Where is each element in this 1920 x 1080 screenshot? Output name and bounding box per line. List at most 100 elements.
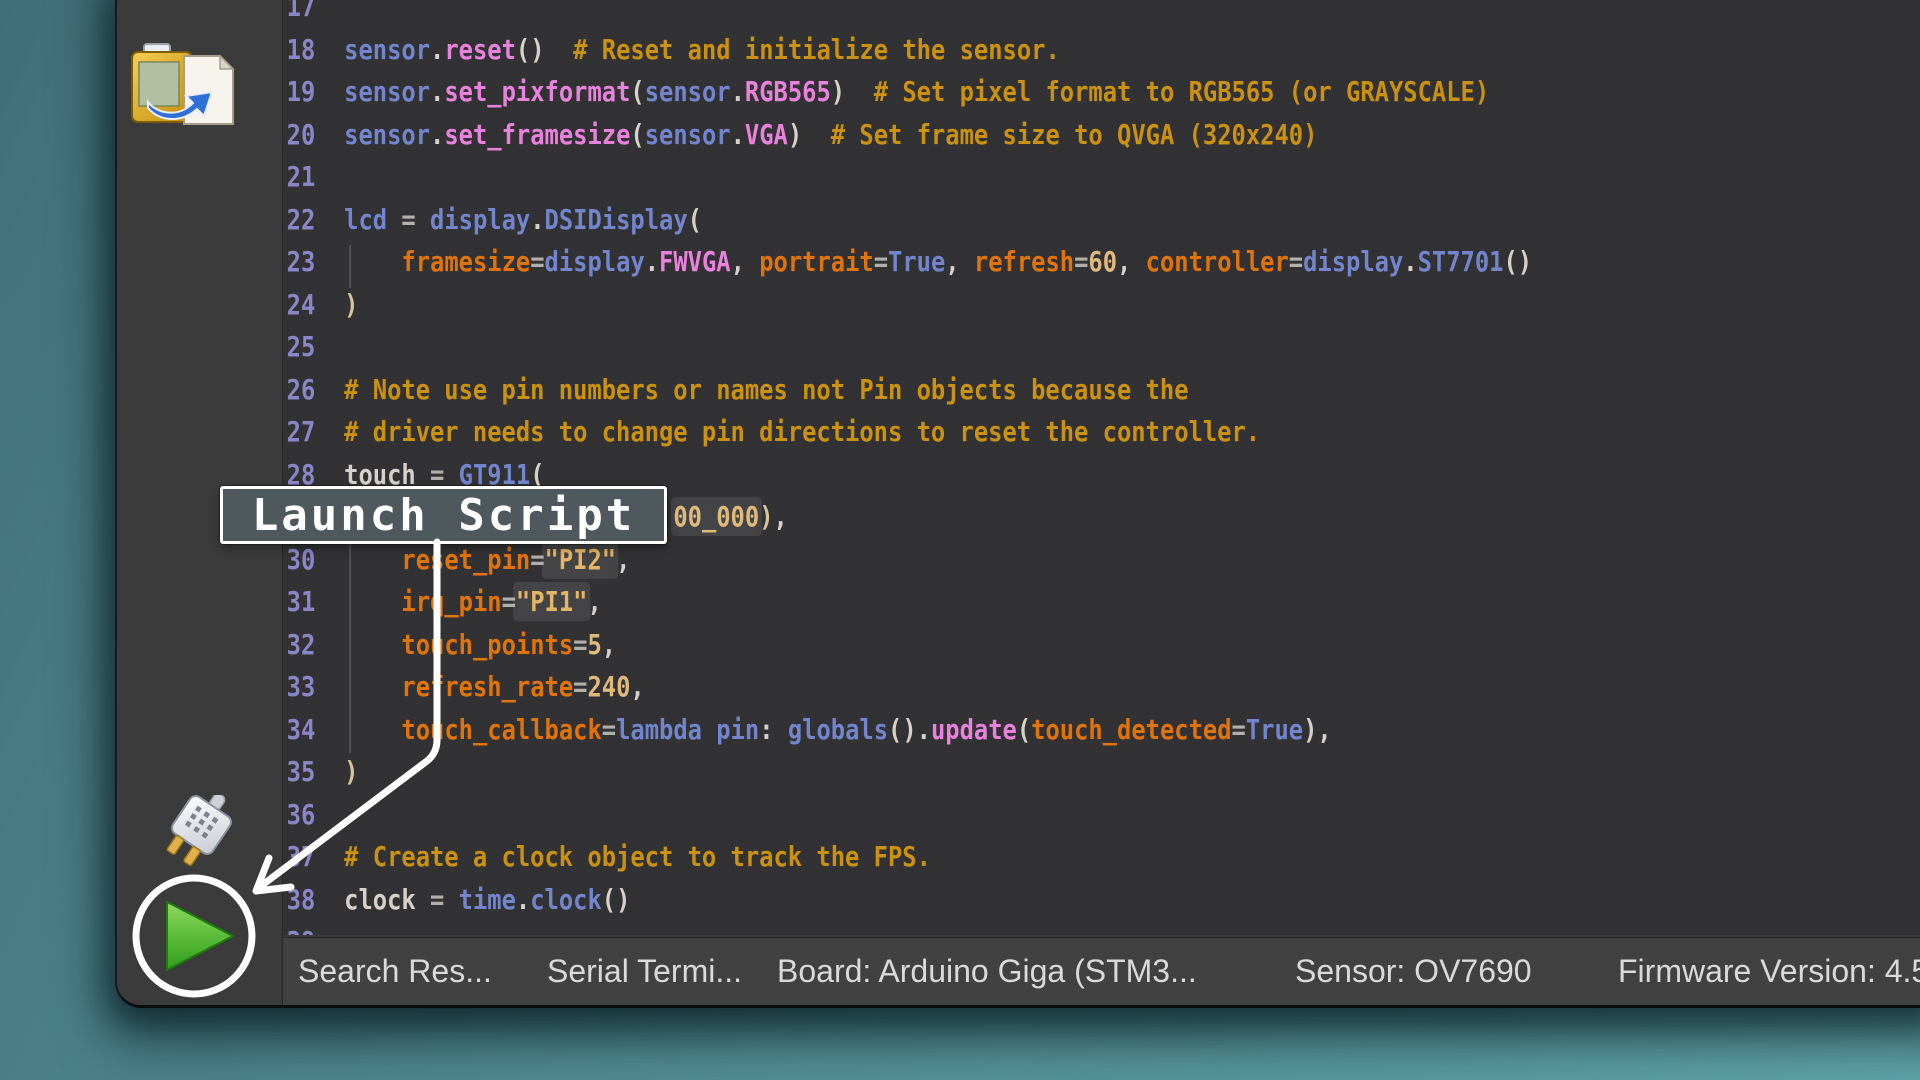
code-token: , [602, 628, 616, 661]
code-line-32: 32 touch_points=5, [283, 628, 1920, 671]
code-token [702, 713, 716, 746]
code-token: = [573, 670, 587, 703]
code-token: sensor [344, 75, 430, 108]
code-line-34: 34 touch_callback=lambda pin: globals().… [283, 713, 1920, 756]
code-token: time [459, 883, 516, 916]
indent-guide [349, 542, 351, 753]
code-token: = [1232, 713, 1246, 746]
code-token: ) [344, 755, 358, 788]
code-line-33: 33 refresh_rate=240, [283, 670, 1920, 713]
code-token [802, 118, 831, 151]
code-token [845, 75, 874, 108]
code-token: display [1303, 245, 1403, 278]
code-token: () [516, 33, 545, 66]
status-item-sensor-info[interactable]: Sensor: OV7690 [1295, 938, 1532, 1005]
code-token: (). [888, 713, 931, 746]
code-token: () [1503, 245, 1532, 278]
line-number: 37 [283, 840, 315, 873]
code-token: , [774, 500, 788, 533]
code-token: . [731, 118, 745, 151]
code-token [344, 543, 401, 576]
code-line-30: 30 reset_pin="PI2", [283, 543, 1920, 586]
code-token: . [731, 75, 745, 108]
code-token: sensor [344, 33, 430, 66]
code-line-39: 39 [283, 925, 1920, 935]
code-token: globals [788, 713, 888, 746]
code-token: 5 [587, 628, 601, 661]
code-token [344, 670, 401, 703]
code-token: # Reset and initialize the sensor. [573, 33, 1060, 66]
line-number: 24 [283, 288, 315, 321]
launch-script-tooltip: Launch Script [220, 486, 667, 544]
code-token: , [1117, 245, 1146, 278]
code-token: # Set frame size to QVGA (320x240) [831, 118, 1318, 151]
code-token: lambda [616, 713, 702, 746]
line-number: 19 [283, 75, 315, 108]
code-line-27: 27# driver needs to change pin direction… [283, 415, 1920, 458]
code-editor[interactable]: 1718sensor.reset() # Reset and initializ… [283, 0, 1920, 935]
open-file-icon[interactable] [128, 42, 238, 128]
code-token: lcd [344, 203, 387, 236]
start-script-button[interactable] [127, 869, 262, 1004]
tooltip-label: Launch Script [252, 490, 635, 541]
code-token: . [1403, 245, 1417, 278]
code-token: . [645, 245, 659, 278]
line-number: 23 [283, 245, 315, 278]
line-number: 20 [283, 118, 315, 151]
code-line-36: 36 [283, 798, 1920, 841]
code-token: reset [444, 33, 516, 66]
line-number: 22 [283, 203, 315, 236]
code-line-19: 19sensor.set_pixformat(sensor.RGB565) # … [283, 75, 1920, 118]
code-token: # Set pixel format to RGB565 (or GRAYSCA… [874, 75, 1489, 108]
status-item-firmware-version[interactable]: Firmware Version: 4.5 [1618, 938, 1920, 1005]
code-token: touch_callback [401, 713, 601, 746]
code-line-23: 23 framesize=display.FWVGA, portrait=Tru… [283, 245, 1920, 288]
line-number: 36 [283, 798, 315, 831]
line-number: 33 [283, 670, 315, 703]
code-token [344, 628, 401, 661]
code-token: refresh [974, 245, 1074, 278]
code-token: 00_000 [673, 500, 759, 533]
code-token: sensor [645, 118, 731, 151]
code-token: ), [1303, 713, 1332, 746]
code-token: controller [1146, 245, 1289, 278]
status-item-serial-terminal[interactable]: Serial Termi... [547, 938, 742, 1005]
code-token: 240 [587, 670, 630, 703]
code-token: ( [630, 75, 644, 108]
code-token: ( [630, 118, 644, 151]
code-token: = [502, 585, 516, 618]
code-token: reset_pin [401, 543, 530, 576]
code-token: 60 [1088, 245, 1117, 278]
code-token: irq_pin [401, 585, 501, 618]
play-icon [167, 902, 233, 970]
code-token: touch_points [401, 628, 573, 661]
code-token: display [430, 203, 530, 236]
code-token: = [530, 543, 544, 576]
code-line-37: 37# Create a clock object to track the F… [283, 840, 1920, 883]
code-line-24: 24) [283, 288, 1920, 331]
code-token: set_pixformat [444, 75, 630, 108]
code-token [344, 585, 401, 618]
code-token: , [731, 245, 760, 278]
status-item-search-results[interactable]: Search Res... [298, 938, 492, 1005]
code-line-20: 20sensor.set_framesize(sensor.VGA) # Set… [283, 118, 1920, 161]
indent-guide [349, 245, 351, 288]
code-token: : [759, 713, 788, 746]
code-line-22: 22lcd = display.DSIDisplay( [283, 203, 1920, 246]
code-line-21: 21 [283, 160, 1920, 203]
code-token: = [387, 203, 430, 236]
code-token [545, 33, 574, 66]
line-number: 18 [283, 33, 315, 66]
code-token: ( [1017, 713, 1031, 746]
code-token: = [602, 713, 616, 746]
code-token: pin [716, 713, 759, 746]
code-token: DSIDisplay [545, 203, 688, 236]
code-token: . [430, 75, 444, 108]
line-number: 27 [283, 415, 315, 448]
code-token: = [1074, 245, 1088, 278]
code-token: ST7701 [1418, 245, 1504, 278]
code-token: . [430, 33, 444, 66]
status-item-board-info[interactable]: Board: Arduino Giga (STM3... [777, 938, 1197, 1005]
code-token: () [602, 883, 631, 916]
line-number: 35 [283, 755, 315, 788]
